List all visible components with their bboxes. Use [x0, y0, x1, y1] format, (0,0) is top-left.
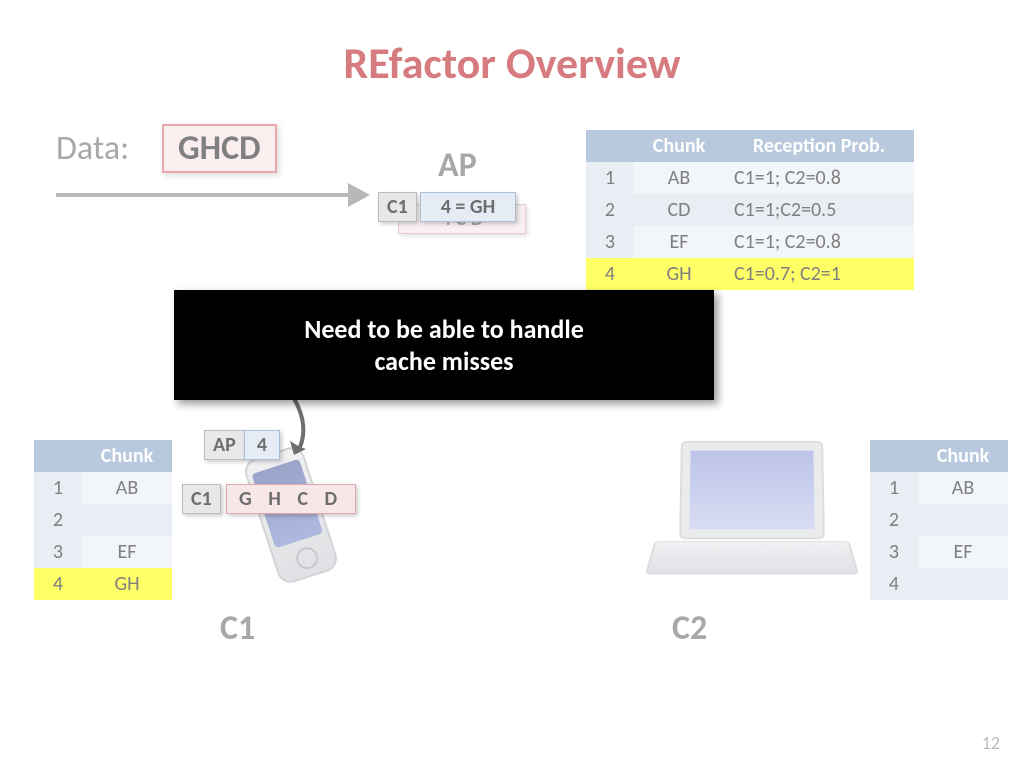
cell: EF: [918, 536, 1008, 568]
cell: [82, 504, 172, 536]
reception-table: Chunk Reception Prob. 1ABC1=1; C2=0.8 2C…: [586, 130, 914, 290]
cell: 1: [586, 162, 634, 194]
data-value-box: GHCD: [162, 124, 277, 173]
cell: 3: [34, 536, 82, 568]
th-chunk: Chunk: [82, 440, 172, 472]
slide-title: REfactor Overview: [0, 36, 1024, 90]
arrow-incoming: [56, 185, 376, 205]
cell: 4: [870, 568, 918, 600]
ap-label: AP: [438, 145, 477, 186]
cell: 1: [34, 472, 82, 504]
cell: 2: [870, 504, 918, 536]
data-label: Data:: [56, 128, 129, 169]
cell: 1: [870, 472, 918, 504]
cell: C1=1; C2=0.8: [724, 226, 914, 258]
th-chunk: Chunk: [634, 130, 724, 162]
th-blank: [34, 440, 82, 472]
cell: AB: [82, 472, 172, 504]
c1-label: C1: [220, 608, 255, 649]
ap-chip-source: C1: [378, 192, 417, 222]
cell: 4: [586, 258, 634, 290]
cell: C1=1;C2=0.5: [724, 194, 914, 226]
th-blank: [586, 130, 634, 162]
cell: GH: [82, 568, 172, 600]
cell: AB: [634, 162, 724, 194]
c1-source-chip: C1: [182, 484, 221, 514]
cell: [918, 504, 1008, 536]
phone-icon: [241, 444, 340, 587]
cell: 3: [870, 536, 918, 568]
cell: 2: [586, 194, 634, 226]
th-chunk: Chunk: [918, 440, 1008, 472]
overlay-line1: Need to be able to handle: [304, 313, 584, 345]
overlay-line2: cache misses: [374, 345, 513, 377]
ap-chip-equation: 4 = GH: [420, 192, 516, 222]
c1-ap-chip: AP: [204, 430, 245, 460]
c1-ghcd-chip: G H C D: [226, 484, 356, 514]
cell: AB: [918, 472, 1008, 504]
c2-chunk-table: Chunk 1AB 2 3EF 4: [870, 440, 1008, 600]
cell: EF: [82, 536, 172, 568]
cell: C1=0.7; C2=1: [724, 258, 914, 290]
arrow-to-c1: [280, 392, 350, 462]
laptop-icon: [650, 440, 850, 590]
cell: 3: [586, 226, 634, 258]
cell: [918, 568, 1008, 600]
th-blank: [870, 440, 918, 472]
cell: C1=1; C2=0.8: [724, 162, 914, 194]
c2-label: C2: [672, 608, 707, 649]
c1-chunk-table: Chunk 1AB 2 3EF 4GH: [34, 440, 172, 600]
th-reception: Reception Prob.: [724, 130, 914, 162]
c1-num-chip: 4: [244, 430, 280, 460]
page-number: 12: [982, 732, 1000, 754]
cell: 2: [34, 504, 82, 536]
cell: CD: [634, 194, 724, 226]
cell: EF: [634, 226, 724, 258]
cell: GH: [634, 258, 724, 290]
callout-overlay: Need to be able to handle cache misses: [174, 290, 714, 400]
cell: 4: [34, 568, 82, 600]
